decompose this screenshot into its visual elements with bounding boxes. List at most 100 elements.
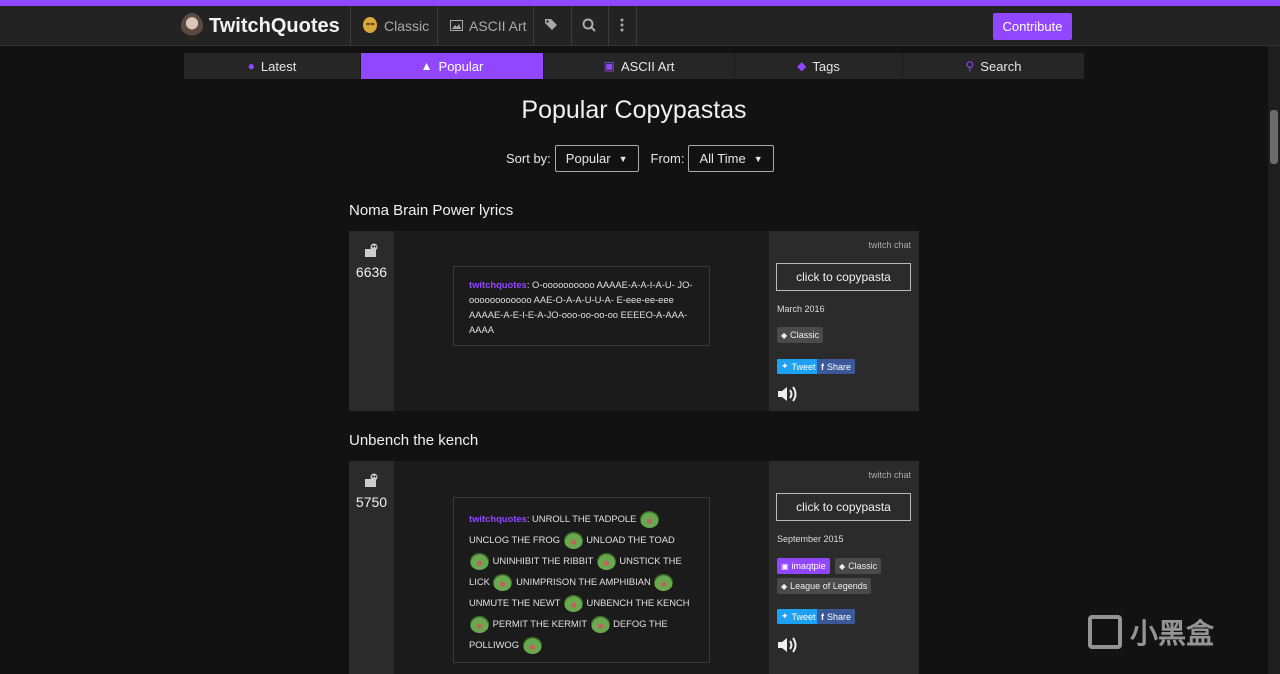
nav-search[interactable] [582, 6, 596, 46]
nav-divider [608, 6, 609, 46]
sort-by-dropdown[interactable]: Popular ▼ [554, 145, 639, 172]
nav-classic-label: Classic [384, 18, 430, 34]
tag-icon: ◆ [781, 330, 788, 340]
tweet-button[interactable]: ✦ Tweet [777, 359, 820, 374]
upvote-icon[interactable] [362, 241, 380, 259]
watermark-logo-icon [1088, 615, 1122, 649]
tweet-label: Tweet [791, 361, 816, 372]
facebook-icon: f [821, 361, 824, 372]
caret-down-icon: ▼ [753, 153, 763, 164]
share-label: Share [827, 611, 852, 622]
nav-tags[interactable] [544, 6, 559, 46]
tag-icon: ◆ [839, 561, 846, 571]
copy-button[interactable]: click to copypasta [776, 493, 911, 521]
page-scrollbar[interactable] [1268, 46, 1280, 674]
kappa-icon [362, 16, 378, 37]
nav-divider [533, 6, 534, 46]
quote-sidebar: twitch chat click to copypasta September… [769, 461, 919, 674]
nav-classic[interactable]: Classic [362, 6, 429, 46]
sort-by-label: Sort by: [506, 151, 551, 166]
top-navbar: TwitchQuotes Classic ASCII Art Contribut… [0, 6, 1280, 46]
tag-icon: ◆ [781, 581, 788, 591]
upvote-icon[interactable] [362, 471, 380, 489]
tag-label: Classic [848, 561, 878, 571]
frog-emote-icon [563, 595, 583, 613]
speaker-icon[interactable] [777, 385, 799, 403]
tag-badge-classic[interactable]: ◆ Classic [835, 558, 882, 574]
more-vertical-icon [619, 18, 625, 35]
from-dropdown[interactable]: All Time ▼ [688, 145, 774, 172]
quote-title-link[interactable]: Unbench the kench [349, 432, 478, 449]
source-label: twitch chat [868, 240, 911, 250]
from-label: From: [650, 151, 685, 166]
tab-latest-label: Latest [260, 58, 297, 74]
scrollbar-thumb[interactable] [1270, 110, 1278, 164]
tag-label: League of Legends [790, 581, 868, 591]
brand-name: TwitchQuotes [209, 15, 340, 37]
frog-emote-icon [596, 553, 616, 571]
quote-card: 5750 twitchquotes: UNROLL THE TADPOLE UN… [349, 461, 919, 674]
frog-emote-icon [470, 616, 489, 634]
nav-divider [571, 6, 572, 46]
frog-emote-icon [563, 532, 583, 550]
nav-divider [350, 6, 351, 46]
speaker-icon[interactable] [777, 636, 799, 654]
quote-text: UNROLL THE TADPOLE [532, 513, 637, 524]
tab-tags[interactable]: ◆ Tags [735, 53, 903, 79]
tab-ascii-art[interactable]: ▣ ASCII Art [544, 53, 735, 79]
brand-logo-link[interactable]: TwitchQuotes [181, 13, 340, 40]
quote-title-link[interactable]: Noma Brain Power lyrics [349, 202, 513, 219]
watermark: 小黑盒 [1088, 612, 1214, 652]
copy-button[interactable]: click to copypasta [776, 263, 911, 291]
tab-latest[interactable]: ● Latest [184, 53, 361, 79]
image-icon [450, 18, 463, 34]
nav-more[interactable] [619, 6, 625, 46]
tag-badge-classic[interactable]: ◆ Classic [777, 327, 824, 343]
quote-text-box: twitchquotes: O-oooooooooo AAAAE-A-A-I-A… [453, 266, 710, 346]
image-icon: ▣ [603, 59, 615, 73]
tab-search[interactable]: ⚲ Search [903, 53, 1084, 79]
nav-divider [437, 6, 438, 46]
quote-text: UNMUTE THE NEWT [469, 597, 561, 608]
contribute-button[interactable]: Contribute [993, 13, 1072, 40]
quote-text: UNLOAD THE TOAD [586, 534, 675, 545]
tab-popular[interactable]: ▲ Popular [361, 53, 544, 79]
tweet-button[interactable]: ✦ Tweet [777, 609, 820, 624]
vote-count: 6636 [355, 264, 388, 280]
search-icon: ⚲ [965, 59, 975, 73]
quote-sidebar: twitch chat click to copypasta March 201… [769, 231, 919, 411]
facebook-icon: f [821, 611, 824, 622]
tab-ascii-art-label: ASCII Art [620, 58, 675, 74]
twitter-icon: ✦ [781, 361, 789, 371]
tags-icon: ◆ [797, 59, 807, 73]
vote-column: 5750 [349, 461, 394, 674]
quote-text: UNCLOG THE FROG [469, 534, 560, 545]
caret-down-icon: ▼ [618, 153, 628, 164]
share-label: Share [827, 361, 852, 372]
tab-search-label: Search [980, 58, 1022, 74]
streamer-badge[interactable]: ▣ imaqtpie [777, 558, 830, 574]
quote-text: UNIMPRISON THE AMPHIBIAN [516, 576, 651, 587]
nav-ascii-art[interactable]: ASCII Art [450, 6, 527, 46]
tag-label: Classic [790, 330, 820, 340]
quote-date: September 2015 [777, 534, 844, 544]
twitter-icon: ✦ [781, 611, 789, 621]
tag-badge-league[interactable]: ◆ League of Legends [777, 578, 872, 594]
frog-emote-icon [522, 637, 542, 655]
nav-ascii-art-label: ASCII Art [469, 18, 527, 34]
sort-by-value: Popular [565, 151, 611, 166]
tweet-label: Tweet [791, 611, 816, 622]
source-label: twitch chat [868, 470, 911, 480]
streamer-label: imaqtpie [791, 561, 826, 571]
facebook-share-button[interactable]: f Share [817, 359, 856, 374]
section-tabs: ● Latest ▲ Popular ▣ ASCII Art ◆ Tags ⚲ … [184, 53, 1084, 79]
frog-emote-icon [493, 574, 513, 592]
frog-emote-icon [640, 511, 660, 529]
search-icon [582, 18, 596, 35]
sort-controls: Sort by: Popular ▼ From: All Time ▼ [506, 145, 774, 172]
nav-divider [636, 6, 637, 46]
from-value: All Time [699, 151, 746, 166]
facebook-share-button[interactable]: f Share [817, 609, 856, 624]
twitch-icon: ▣ [781, 561, 789, 571]
page-title: Popular Copypastas [521, 96, 747, 124]
